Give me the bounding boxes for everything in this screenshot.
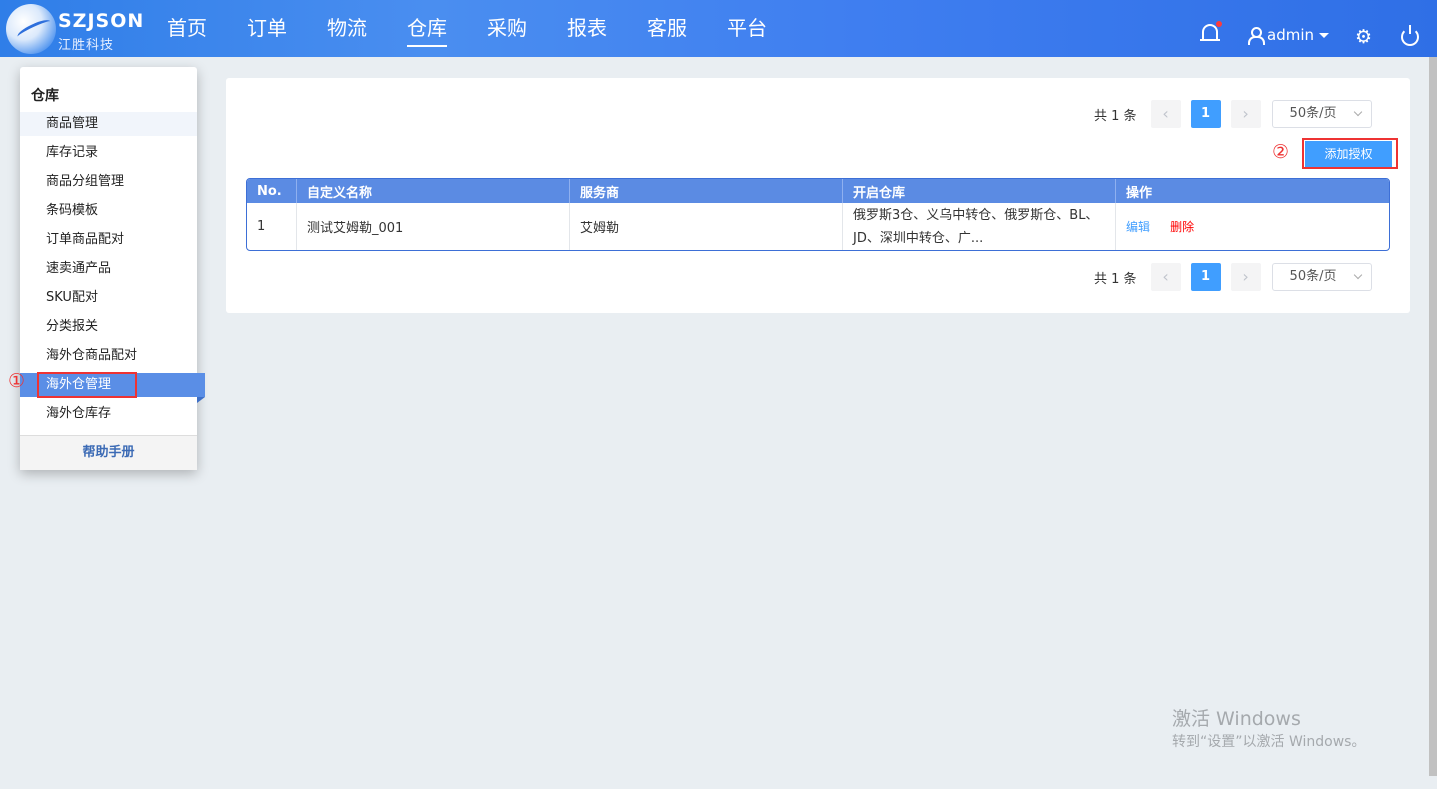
nav-reports[interactable]: 报表 (567, 0, 647, 57)
sidebar-item-aliexpress-products[interactable]: 速卖通产品 (20, 257, 197, 281)
warehouses-text: 俄罗斯3仓、义乌中转仓、俄罗斯仓、BL、JD、深圳中转仓、广... (853, 208, 1099, 246)
col-provider: 服务商 (570, 179, 843, 203)
nav-service[interactable]: 客服 (647, 0, 727, 57)
sidebar: 仓库 商品管理 库存记录 商品分组管理 条码模板 订单商品配对 速卖通产品 SK… (20, 67, 205, 470)
power-icon[interactable] (1401, 25, 1419, 46)
next-page-button[interactable]: › (1230, 100, 1261, 128)
highlight-box (1302, 138, 1398, 169)
step-marker-1: ① (8, 370, 26, 392)
chevron-down-icon (1353, 107, 1362, 117)
sidebar-item-overseas-inventory[interactable]: 海外仓库存 (20, 402, 197, 426)
col-warehouses: 开启仓库 (843, 179, 1116, 203)
user-menu[interactable]: admin (1247, 26, 1329, 45)
cell-provider: 艾姆勒 (570, 203, 843, 250)
sidebar-item-category-customs[interactable]: 分类报关 (20, 315, 197, 339)
sidebar-item-sku-match[interactable]: SKU配对 (20, 286, 197, 310)
cell-no: 1 (247, 203, 297, 250)
pagination-bottom: 共 1 条 ‹ 1 › 50条/页 (1094, 263, 1372, 291)
top-navbar: SZJSON 江胜科技 首页 订单 物流 仓库 采购 报表 客服 平台 admi… (0, 0, 1437, 57)
table-row: 1 测试艾姆勒_001 艾姆勒 俄罗斯3仓、义乌中转仓、俄罗斯仓、BL、JD、深… (247, 203, 1389, 250)
user-icon (1247, 27, 1265, 45)
warehouse-table: No. 自定义名称 服务商 开启仓库 操作 1 测试艾姆勒_001 艾姆勒 俄罗… (246, 178, 1390, 251)
main-panel: 共 1 条 ‹ 1 › 50条/页 添加授权 No. 自定义名称 服务商 开启仓… (226, 78, 1410, 313)
sidebar-item-inventory-records[interactable]: 库存记录 (20, 141, 197, 165)
sidebar-item-barcode-template[interactable]: 条码模板 (20, 199, 197, 223)
nav-orders[interactable]: 订单 (247, 0, 327, 57)
col-no: No. (247, 179, 297, 203)
col-actions: 操作 (1116, 179, 1389, 203)
next-page-button[interactable]: › (1230, 263, 1261, 291)
step-marker-2: ② (1272, 141, 1290, 163)
prev-page-button[interactable]: ‹ (1150, 100, 1181, 128)
edit-link[interactable]: 编辑 (1126, 220, 1150, 234)
sidebar-item-product-groups[interactable]: 商品分组管理 (20, 170, 197, 194)
sidebar-item-overseas-product-match[interactable]: 海外仓商品配对 (20, 344, 197, 368)
delete-link[interactable]: 删除 (1170, 220, 1194, 234)
gear-icon[interactable]: ⚙ (1355, 28, 1373, 47)
cell-actions: 编辑 删除 (1116, 203, 1389, 250)
main-nav: 首页 订单 物流 仓库 采购 报表 客服 平台 (167, 0, 807, 57)
page-size-value: 50条/页 (1289, 106, 1337, 121)
brand-name: SZJSON (58, 10, 145, 32)
nav-home[interactable]: 首页 (167, 0, 247, 57)
caret-down-icon (1319, 32, 1329, 38)
nav-platform[interactable]: 平台 (727, 0, 807, 57)
chevron-down-icon (1353, 270, 1362, 280)
brand-subtitle: 江胜科技 (58, 38, 115, 53)
cell-custom-name: 测试艾姆勒_001 (297, 203, 570, 250)
username: admin (1267, 26, 1314, 44)
pagination-top: 共 1 条 ‹ 1 › 50条/页 (1094, 100, 1372, 128)
page-number-button[interactable]: 1 (1190, 100, 1221, 128)
page-number-button[interactable]: 1 (1190, 263, 1221, 291)
sidebar-item-product-management[interactable]: 商品管理 (20, 112, 197, 136)
watermark-title: 激活 Windows (1172, 708, 1301, 730)
total-count: 共 1 条 (1094, 271, 1137, 287)
prev-page-button[interactable]: ‹ (1150, 263, 1181, 291)
col-custom-name: 自定义名称 (297, 179, 570, 203)
sidebar-title: 仓库 (31, 88, 59, 104)
nav-logistics[interactable]: 物流 (327, 0, 407, 57)
highlight-box (37, 372, 137, 398)
help-manual-link[interactable]: 帮助手册 (20, 436, 197, 470)
page-size-value: 50条/页 (1289, 269, 1337, 284)
cell-warehouses: 俄罗斯3仓、义乌中转仓、俄罗斯仓、BL、JD、深圳中转仓、广... (843, 203, 1116, 250)
page-size-select[interactable]: 50条/页 (1271, 100, 1372, 128)
logo-icon[interactable] (6, 4, 56, 54)
page-scrollbar[interactable] (1429, 57, 1437, 776)
notification-dot (1216, 21, 1222, 27)
sidebar-item-order-product-match[interactable]: 订单商品配对 (20, 228, 197, 252)
nav-warehouse[interactable]: 仓库 (407, 0, 487, 57)
nav-purchase[interactable]: 采购 (487, 0, 567, 57)
total-count: 共 1 条 (1094, 108, 1137, 124)
page-size-select[interactable]: 50条/页 (1271, 263, 1372, 291)
bell-icon[interactable] (1200, 21, 1222, 44)
watermark-subtitle: 转到“设置”以激活 Windows。 (1172, 734, 1366, 750)
